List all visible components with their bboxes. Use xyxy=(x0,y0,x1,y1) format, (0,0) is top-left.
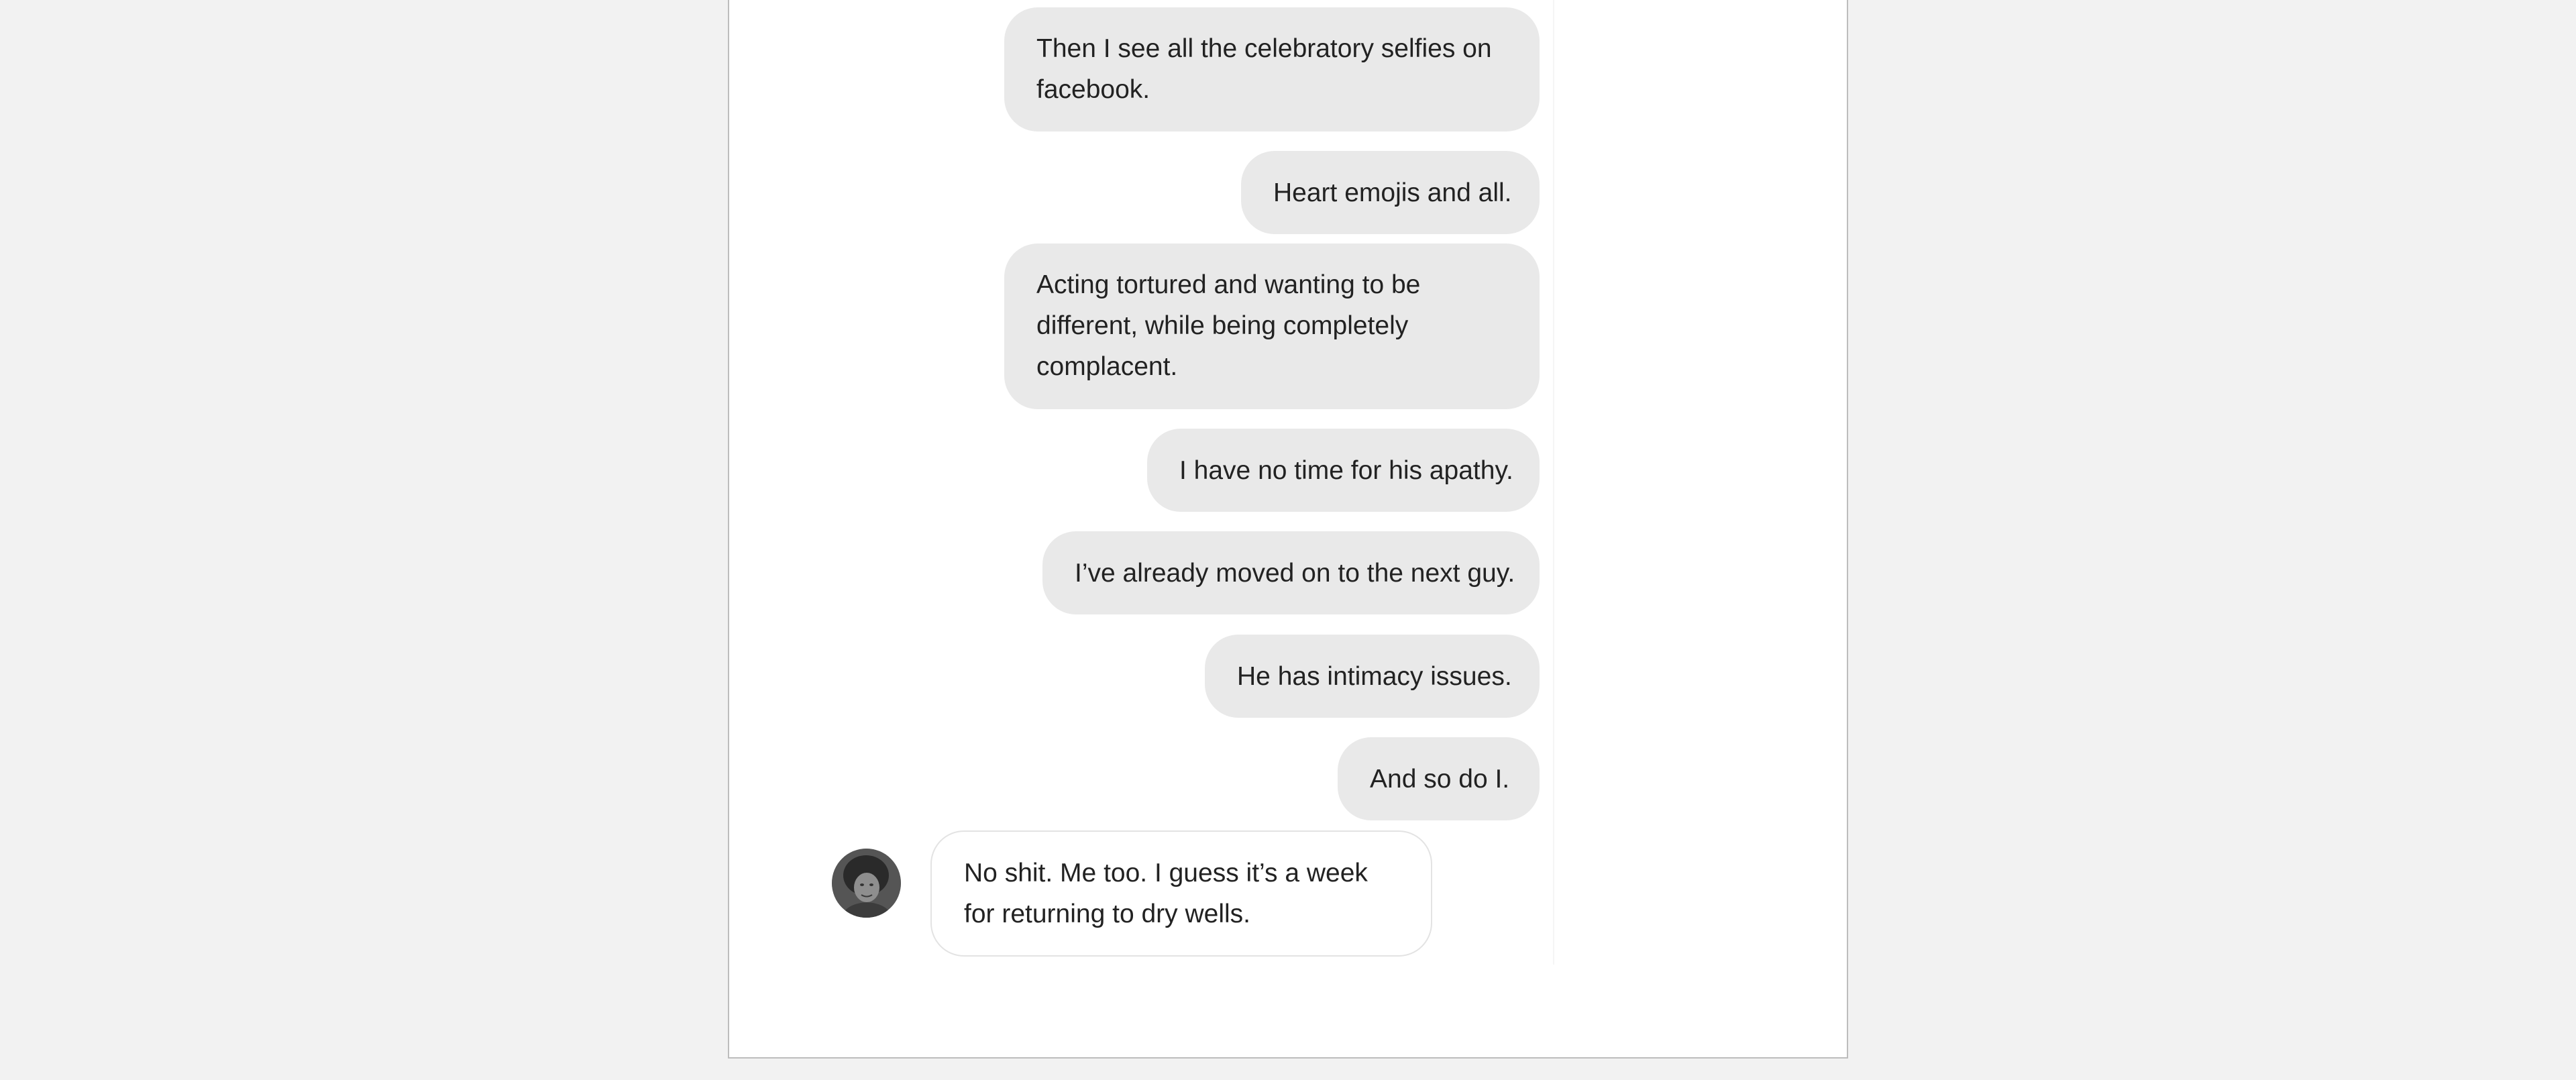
message-text: Then I see all the celebratory selfies o… xyxy=(1036,34,1492,104)
message-bubble-sent: I have no time for his apathy. xyxy=(1147,429,1540,512)
person-avatar-icon xyxy=(832,849,901,918)
message-bubble-received: No shit. Me too. I guess it’s a week for… xyxy=(930,830,1432,957)
contact-avatar[interactable] xyxy=(832,849,901,918)
message-text: Heart emojis and all. xyxy=(1273,178,1512,207)
message-text: Acting tortured and wanting to be differ… xyxy=(1036,270,1421,381)
message-bubble-sent: He has intimacy issues. xyxy=(1205,635,1540,718)
message-text: No shit. Me too. I guess it’s a week for… xyxy=(964,859,1368,928)
message-bubble-sent: I’ve already moved on to the next guy. xyxy=(1042,531,1540,614)
message-text: I’ve already moved on to the next guy. xyxy=(1075,558,1515,588)
message-bubble-sent: And so do I. xyxy=(1338,737,1540,820)
message-bubble-sent: Heart emojis and all. xyxy=(1241,151,1540,234)
message-bubble-sent: Then I see all the celebratory selfies o… xyxy=(1004,7,1540,131)
message-text: He has intimacy issues. xyxy=(1237,661,1512,691)
message-text: I have no time for his apathy. xyxy=(1179,455,1513,485)
message-bubble-sent: Acting tortured and wanting to be differ… xyxy=(1004,244,1540,409)
message-text: And so do I. xyxy=(1370,764,1510,794)
